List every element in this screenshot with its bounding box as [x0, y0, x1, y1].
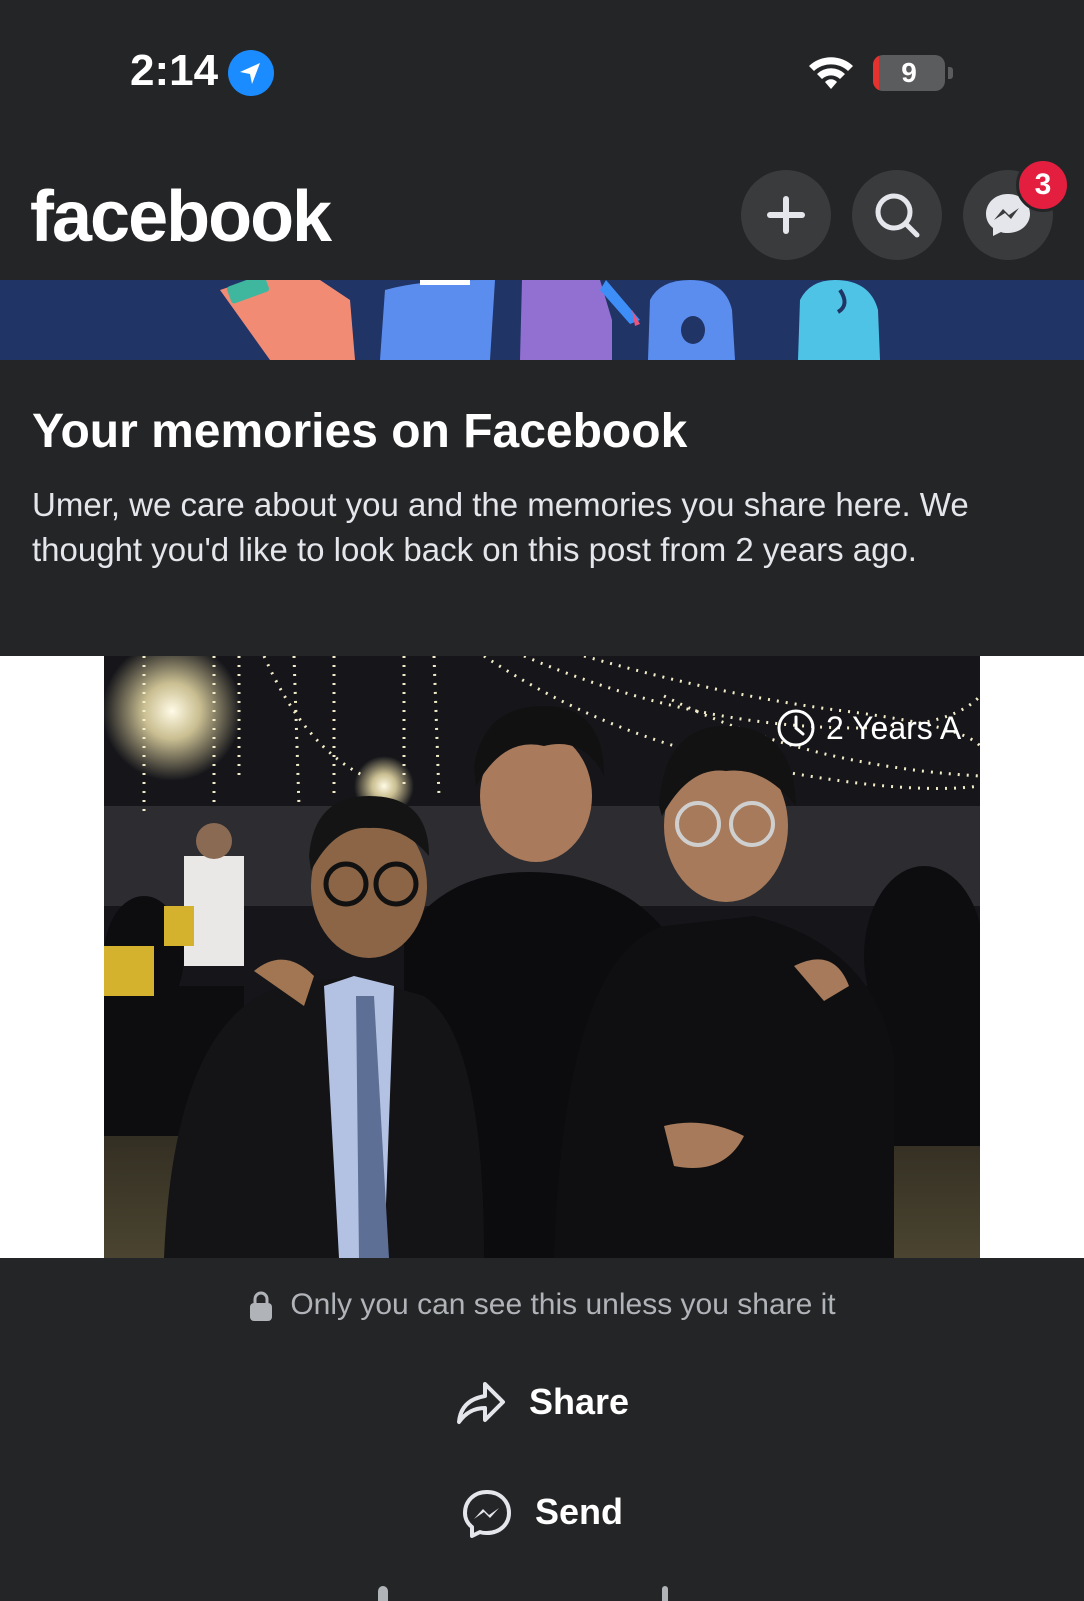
battery-cap	[948, 67, 953, 79]
battery-indicator: 9	[873, 55, 953, 91]
status-time: 2:14	[130, 46, 219, 95]
messenger-notification-badge: 3	[1016, 158, 1070, 212]
illustration-hands	[220, 280, 880, 360]
status-bar: 2:14 9	[0, 0, 1084, 150]
privacy-note: Only you can see this unless you share i…	[0, 1288, 1084, 1332]
wifi-icon	[809, 57, 853, 89]
create-button[interactable]	[741, 170, 831, 260]
share-label: Share	[528, 1381, 630, 1422]
memory-photo[interactable]: 2 Years A	[104, 656, 980, 1258]
search-icon	[875, 193, 920, 238]
memories-title: Your memories on Facebook	[32, 405, 688, 458]
plus-icon	[767, 196, 805, 234]
memory-photo-container: 2 Years A	[0, 656, 1084, 1258]
send-button[interactable]: Send	[0, 1482, 1084, 1552]
cut-off-icon-fragment	[378, 1586, 388, 1601]
memories-banner-illustration	[0, 280, 1084, 360]
location-arrow-icon	[228, 50, 274, 96]
facebook-logo[interactable]: facebook	[30, 176, 332, 258]
memories-card: Your memories on Facebook Umer, we care …	[0, 360, 1084, 656]
messenger-icon	[462, 1490, 511, 1538]
battery-percent: 9	[901, 57, 917, 88]
clock-icon	[777, 709, 815, 747]
app-header: facebook	[0, 150, 1084, 280]
share-arrow-icon	[456, 1382, 505, 1424]
share-button[interactable]: Share	[0, 1372, 1084, 1442]
lock-icon	[250, 1291, 273, 1321]
privacy-text: Only you can see this unless you share i…	[290, 1288, 836, 1321]
search-button[interactable]	[852, 170, 942, 260]
memory-time-label: 2 Years A	[826, 710, 962, 746]
memories-description: Umer, we care about you and the memories…	[32, 486, 969, 568]
cut-off-icon-fragment	[662, 1586, 668, 1601]
send-label: Send	[534, 1491, 623, 1532]
